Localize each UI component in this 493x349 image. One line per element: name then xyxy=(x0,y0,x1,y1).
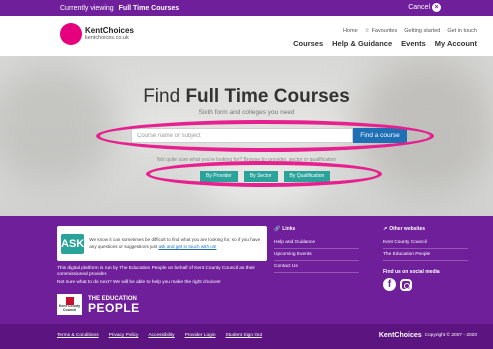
by-qualification-button[interactable]: By Qualification xyxy=(283,171,331,182)
util-get-in-touch-link[interactable]: Get in touch xyxy=(447,28,477,34)
browse-buttons: By Provider By Sector By Qualification xyxy=(200,171,331,182)
copyright: KentChoices Copyright © 2007 - 2020 xyxy=(378,332,477,339)
social-links: f xyxy=(383,278,412,291)
privacy-link[interactable]: Privacy Policy xyxy=(109,333,139,338)
accessibility-link[interactable]: Accessibility xyxy=(148,333,174,338)
cancel-button[interactable]: Cancel × xyxy=(408,3,441,12)
other-websites: ↗ Other websites Kent County Council The … xyxy=(383,226,468,261)
nav-events[interactable]: Events xyxy=(401,39,426,48)
utility-nav: Home ☆ Favourites Getting started Get in… xyxy=(343,28,477,34)
student-sign-out-link[interactable]: Student Sign Out xyxy=(226,333,263,338)
logo-circle-icon xyxy=(60,23,82,45)
find-course-button[interactable]: Find a course xyxy=(353,128,407,143)
site-header: KentChoices kentchoices.co.uk Home ☆ Fav… xyxy=(0,16,493,56)
close-icon: × xyxy=(432,3,441,12)
util-home-link[interactable]: Home xyxy=(343,28,358,34)
page-subtitle: Sixth form and colleges you need xyxy=(198,109,295,116)
logo-brand: KentChoices xyxy=(85,25,134,35)
facebook-icon[interactable]: f xyxy=(383,278,396,291)
other-link-kcc[interactable]: Kent County Council xyxy=(383,237,468,249)
course-search: Find a course xyxy=(131,128,407,143)
kcc-logo[interactable]: Kent County Council xyxy=(57,294,82,315)
by-sector-button[interactable]: By Sector xyxy=(243,171,278,182)
footer-link-events[interactable]: Upcoming Events xyxy=(274,249,359,261)
links-heading: 🔗 Links xyxy=(274,226,296,232)
logo-url: kentchoices.co.uk xyxy=(85,34,129,41)
site-logo[interactable]: KentChoices kentchoices.co.uk xyxy=(60,23,134,45)
star-icon: ☆ xyxy=(364,28,370,34)
ask-logo: ASK xyxy=(61,233,85,254)
viewing-value: Full Time Courses xyxy=(118,4,180,12)
ask-text: We know it can sometimes be difficult to… xyxy=(89,237,261,249)
nav-courses[interactable]: Courses xyxy=(293,39,323,48)
viewing-label: Currently viewing Full Time Courses xyxy=(60,4,180,12)
external-link-icon: ↗ xyxy=(383,226,388,232)
provider-login-link[interactable]: Provider Login xyxy=(185,333,216,338)
footer-link-contact[interactable]: Contact Us xyxy=(274,261,359,273)
page-title: Find Full Time Courses xyxy=(143,86,350,107)
other-websites-heading: ↗ Other websites xyxy=(383,226,426,232)
hero-banner: Find Full Time Courses Sixth form and co… xyxy=(0,56,493,216)
main-nav: Courses Help & Guidance Events My Accoun… xyxy=(293,39,477,48)
terms-link[interactable]: Terms & Conditions xyxy=(57,333,99,338)
legal-links: Terms & Conditions Privacy Policy Access… xyxy=(57,333,262,338)
other-link-tep[interactable]: The Education People xyxy=(383,249,468,261)
link-icon: 🔗 xyxy=(274,226,281,232)
ask-panel: ASK We know it can sometimes be difficul… xyxy=(57,226,267,261)
util-getting-started-link[interactable]: Getting started xyxy=(404,28,440,34)
social-heading: Find us on social media xyxy=(383,269,440,275)
partner-logos: Kent County Council THE EDUCATION PEOPLE xyxy=(57,294,140,315)
nav-help-guidance[interactable]: Help & Guidance xyxy=(332,39,392,48)
background-blur xyxy=(353,56,493,196)
tep-logo[interactable]: THE EDUCATION PEOPLE xyxy=(88,296,140,314)
footer-links: 🔗 Links Help and Guidance Upcoming Events… xyxy=(274,226,359,273)
site-footer: ASK We know it can sometimes be difficul… xyxy=(0,216,493,324)
by-provider-button[interactable]: By Provider xyxy=(200,171,238,182)
browse-help-text: Not quite sure what you're looking for? … xyxy=(156,157,337,163)
platform-text: This digital platform is run by The Educ… xyxy=(57,266,256,278)
background-blur xyxy=(0,66,120,186)
footer-brand: KentChoices xyxy=(378,332,422,339)
instagram-icon[interactable] xyxy=(400,278,412,291)
util-favourites-link[interactable]: ☆ Favourites xyxy=(365,28,398,34)
viewing-bar: Currently viewing Full Time Courses Canc… xyxy=(0,0,493,16)
footer-link-help[interactable]: Help and Guidance xyxy=(274,237,359,249)
bottom-bar: Terms & Conditions Privacy Policy Access… xyxy=(0,324,493,349)
ask-contact-link[interactable]: ask and get in touch with us! xyxy=(158,244,216,249)
course-search-input[interactable] xyxy=(131,128,353,143)
next-steps-text: Not sure what to do next? We will be abl… xyxy=(57,280,221,285)
nav-my-account[interactable]: My Account xyxy=(435,39,477,48)
